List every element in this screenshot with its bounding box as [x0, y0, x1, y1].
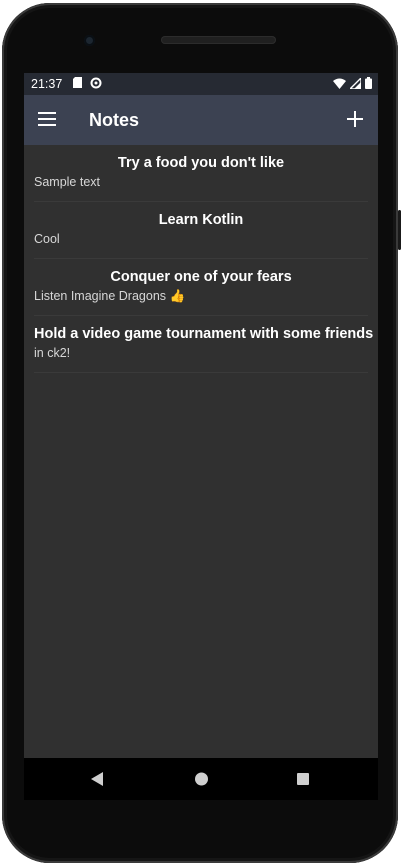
status-right-icons: [333, 77, 372, 89]
notes-list: Try a food you don't like Sample text Le…: [24, 145, 378, 373]
battery-icon: [365, 77, 372, 89]
back-triangle-icon[interactable]: [90, 771, 104, 787]
note-body: in ck2!: [34, 346, 71, 360]
note-body: Listen Imagine Dragons 👍: [34, 289, 186, 303]
note-title: Learn Kotlin: [158, 212, 244, 228]
note-item[interactable]: Learn Kotlin Cool: [34, 202, 368, 259]
plus-icon[interactable]: [346, 110, 364, 128]
recents-square-icon[interactable]: [296, 771, 310, 787]
note-item[interactable]: Try a food you don't like Sample text: [34, 145, 368, 202]
hamburger-menu-icon[interactable]: [38, 111, 58, 127]
status-bar: 21:37: [24, 73, 378, 95]
status-time: 21:37: [31, 77, 63, 91]
app-screen: 21:37 Notes Try a food you don't like Sa…: [24, 73, 378, 758]
wifi-icon: [333, 78, 346, 89]
home-circle-icon[interactable]: [194, 771, 209, 787]
note-body: Sample text: [34, 175, 101, 189]
note-item[interactable]: Conquer one of your fears Listen Imagine…: [34, 259, 368, 316]
cell-signal-icon: [350, 77, 361, 89]
earpiece-speaker: [161, 36, 276, 44]
note-title: Conquer one of your fears: [110, 269, 292, 285]
system-nav-bar: [24, 758, 378, 800]
note-item[interactable]: Hold a video game tournament with some f…: [34, 316, 374, 373]
data-saver-icon: [90, 77, 102, 89]
app-bar: Notes: [24, 95, 378, 145]
sd-card-icon: [73, 77, 82, 88]
app-title: Notes: [89, 110, 140, 130]
note-title: Hold a video game tournament with some f…: [34, 326, 374, 342]
note-body: Cool: [34, 232, 60, 246]
note-title: Try a food you don't like: [117, 155, 285, 171]
front-camera: [84, 35, 95, 46]
status-left-icons: [73, 77, 102, 89]
